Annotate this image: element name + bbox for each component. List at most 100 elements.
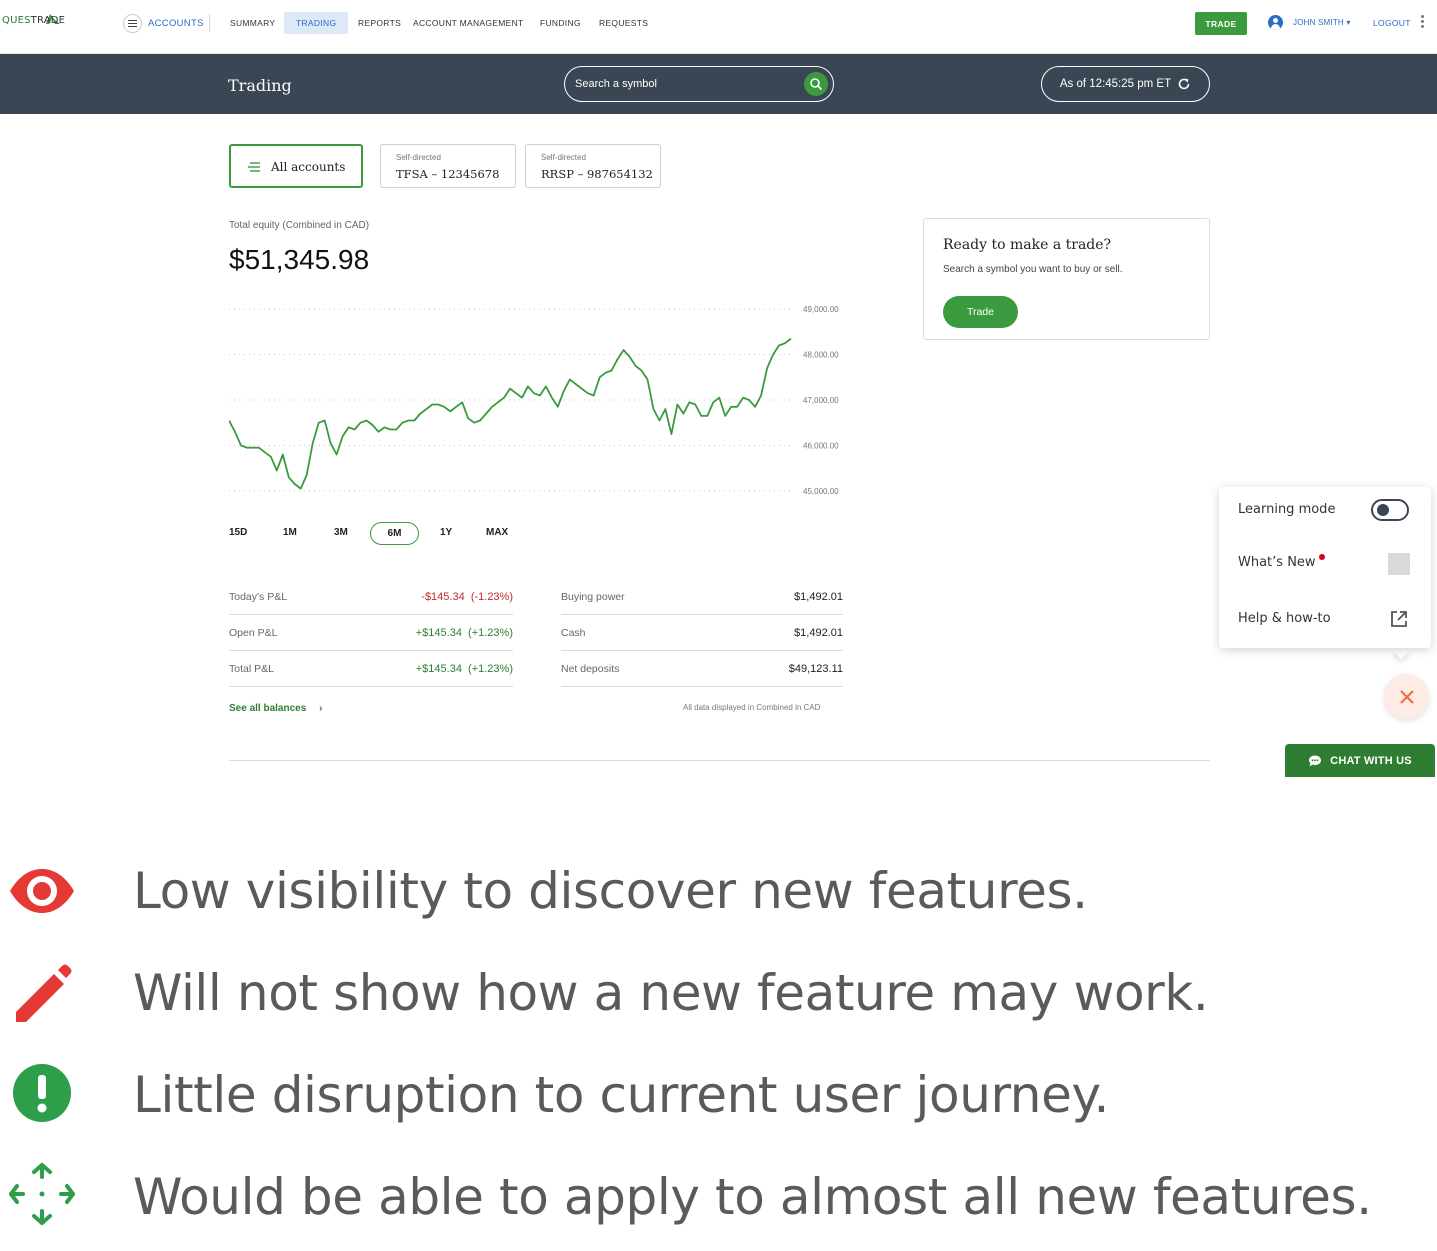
notification-dot xyxy=(1319,554,1325,560)
refresh-icon xyxy=(1178,78,1190,90)
close-icon xyxy=(1399,689,1414,704)
note-row: Would be able to apply to almost all new… xyxy=(0,1162,1437,1232)
external-link-icon[interactable] xyxy=(1389,609,1409,629)
chat-button[interactable]: CHAT WITH US xyxy=(1285,744,1435,777)
filter-lines-icon xyxy=(248,162,260,172)
whats-new-link[interactable]: What’s New xyxy=(1238,555,1316,570)
balance-label: Open P&L xyxy=(229,627,278,639)
logo-text-a: QUES xyxy=(2,15,31,26)
eye-icon xyxy=(10,869,74,913)
nav-accounts[interactable]: ACCOUNTS xyxy=(148,18,204,29)
equity-series-line xyxy=(229,337,792,490)
balance-row-open-pl: Open P&L +$145.34 (+1.23%) xyxy=(229,615,513,651)
top-navigation: QUESTRADE ACCOUNTS SUMMARY TRADING REPOR… xyxy=(0,0,1437,54)
trade-button[interactable]: Trade xyxy=(943,296,1018,328)
account-number: RRSP – 987654132 xyxy=(541,167,653,181)
note-text: Low visibility to discover new features. xyxy=(133,862,1088,920)
logo-text-b: TRADE xyxy=(30,15,66,26)
y-tick-label: 48,000.00 xyxy=(803,351,839,360)
user-name: JOHN SMITH xyxy=(1293,18,1344,27)
equity-label: Total equity (Combined in CAD) xyxy=(229,220,370,231)
equity-line-chart: 49,000.00 48,000.00 47,000.00 46,000.00 45,0… xyxy=(229,305,839,496)
account-type-label: Self-directed xyxy=(541,153,586,162)
account-chip-all-label: All accounts xyxy=(271,160,346,174)
refresh-quotes-button[interactable]: As of 12:45:25 pm ET xyxy=(1041,66,1210,102)
account-chip-tfsa[interactable]: Self-directed TFSA – 12345678 xyxy=(380,144,516,188)
learning-mode-toggle[interactable] xyxy=(1371,499,1409,521)
nav-account-management[interactable]: ACCOUNT MANAGEMENT xyxy=(413,18,524,28)
note-text: Would be able to apply to almost all new… xyxy=(133,1168,1372,1226)
balance-label: Cash xyxy=(561,627,586,639)
nav-divider xyxy=(209,14,210,32)
y-tick-label: 45,000.00 xyxy=(803,487,839,496)
trade-card-title: Ready to make a trade? xyxy=(943,237,1112,253)
y-tick-label: 47,000.00 xyxy=(803,396,839,405)
see-all-balances-link[interactable]: See all balances › xyxy=(229,703,322,714)
menu-icon[interactable] xyxy=(123,14,142,33)
period-6m[interactable]: 6M xyxy=(370,522,419,545)
balance-row-todays-pl: Today's P&L -$145.34 (-1.23%) xyxy=(229,579,513,615)
balance-label: Today's P&L xyxy=(229,591,288,603)
note-row: Will not show how a new feature may work… xyxy=(0,958,1437,1028)
caret-down-icon: ▾ xyxy=(1346,18,1351,27)
account-chip-all[interactable]: All accounts xyxy=(229,144,363,188)
period-1y[interactable]: 1Y xyxy=(440,527,452,538)
balance-value: -$145.34 (-1.23%) xyxy=(421,591,513,603)
balance-row-buying-power: Buying power $1,492.01 xyxy=(561,579,843,615)
learning-panel: Learning mode What’s New Help & how-to xyxy=(1219,487,1431,648)
user-menu[interactable]: JOHN SMITH ▾ xyxy=(1293,18,1351,27)
period-3m[interactable]: 3M xyxy=(334,527,348,538)
balance-label: Buying power xyxy=(561,591,625,603)
balance-value: $1,492.01 xyxy=(794,627,843,639)
chat-label: CHAT WITH US xyxy=(1330,754,1412,767)
close-panel-button[interactable] xyxy=(1384,674,1429,719)
help-link[interactable]: Help & how-to xyxy=(1238,611,1331,626)
balance-row-net-deposits: Net deposits $49,123.11 xyxy=(561,651,843,687)
user-avatar-icon[interactable] xyxy=(1268,15,1283,30)
period-15d[interactable]: 15D xyxy=(229,527,247,538)
learning-mode-label: Learning mode xyxy=(1238,502,1336,517)
nav-summary[interactable]: SUMMARY xyxy=(230,18,275,28)
section-divider xyxy=(229,760,1210,761)
page-header: Trading As of 12:45:25 pm ET xyxy=(0,54,1437,114)
nav-funding[interactable]: FUNDING xyxy=(540,18,581,28)
note-row: Low visibility to discover new features. xyxy=(0,856,1437,926)
trade-card-subtitle: Search a symbol you want to buy or sell. xyxy=(943,264,1123,275)
note-text: Little disruption to current user journe… xyxy=(133,1066,1109,1124)
account-number: TFSA – 12345678 xyxy=(396,167,500,181)
nav-reports[interactable]: REPORTS xyxy=(358,18,401,28)
search-icon xyxy=(810,78,822,90)
nav-requests[interactable]: REQUESTS xyxy=(599,18,648,28)
logo-wordmark: QUESTRADE xyxy=(2,15,65,26)
balance-label: Net deposits xyxy=(561,663,620,675)
period-1m[interactable]: 1M xyxy=(283,527,297,538)
y-tick-label: 49,000.00 xyxy=(803,305,839,314)
chat-bubble-icon xyxy=(1309,755,1322,766)
note-text: Will not show how a new feature may work… xyxy=(133,964,1209,1022)
pencil-icon xyxy=(16,964,72,1022)
logout-link[interactable]: LOGOUT xyxy=(1373,18,1411,28)
trade-button-top[interactable]: TRADE xyxy=(1195,12,1247,35)
equity-value: $51,345.98 xyxy=(229,244,370,275)
account-type-label: Self-directed xyxy=(396,153,441,162)
as-of-time: As of 12:45:25 pm ET xyxy=(1059,78,1172,90)
move-arrows-icon xyxy=(9,1163,75,1225)
trade-prompt-card: Ready to make a trade? Search a symbol y… xyxy=(923,218,1210,340)
y-tick-label: 46,000.00 xyxy=(803,441,839,450)
balance-value: +$145.34 (+1.23%) xyxy=(415,627,513,639)
see-all-label: See all balances xyxy=(229,703,307,714)
account-chip-rrsp[interactable]: Self-directed RRSP – 987654132 xyxy=(525,144,661,188)
search-button[interactable] xyxy=(804,72,828,96)
symbol-search xyxy=(564,66,834,102)
search-input[interactable] xyxy=(575,74,795,94)
balance-value: $1,492.01 xyxy=(794,591,843,603)
balance-value: +$145.34 (+1.23%) xyxy=(415,663,513,675)
more-options-icon[interactable] xyxy=(1421,15,1425,31)
balance-row-total-pl: Total P&L +$145.34 (+1.23%) xyxy=(229,651,513,687)
note-row: Little disruption to current user journe… xyxy=(0,1060,1437,1130)
currency-note: All data displayed in Combined in CAD xyxy=(683,703,821,712)
whats-new-placeholder-icon[interactable] xyxy=(1388,553,1410,575)
period-max[interactable]: MAX xyxy=(486,527,508,538)
nav-trading[interactable]: TRADING xyxy=(284,12,349,34)
exclamation-icon xyxy=(13,1064,71,1122)
